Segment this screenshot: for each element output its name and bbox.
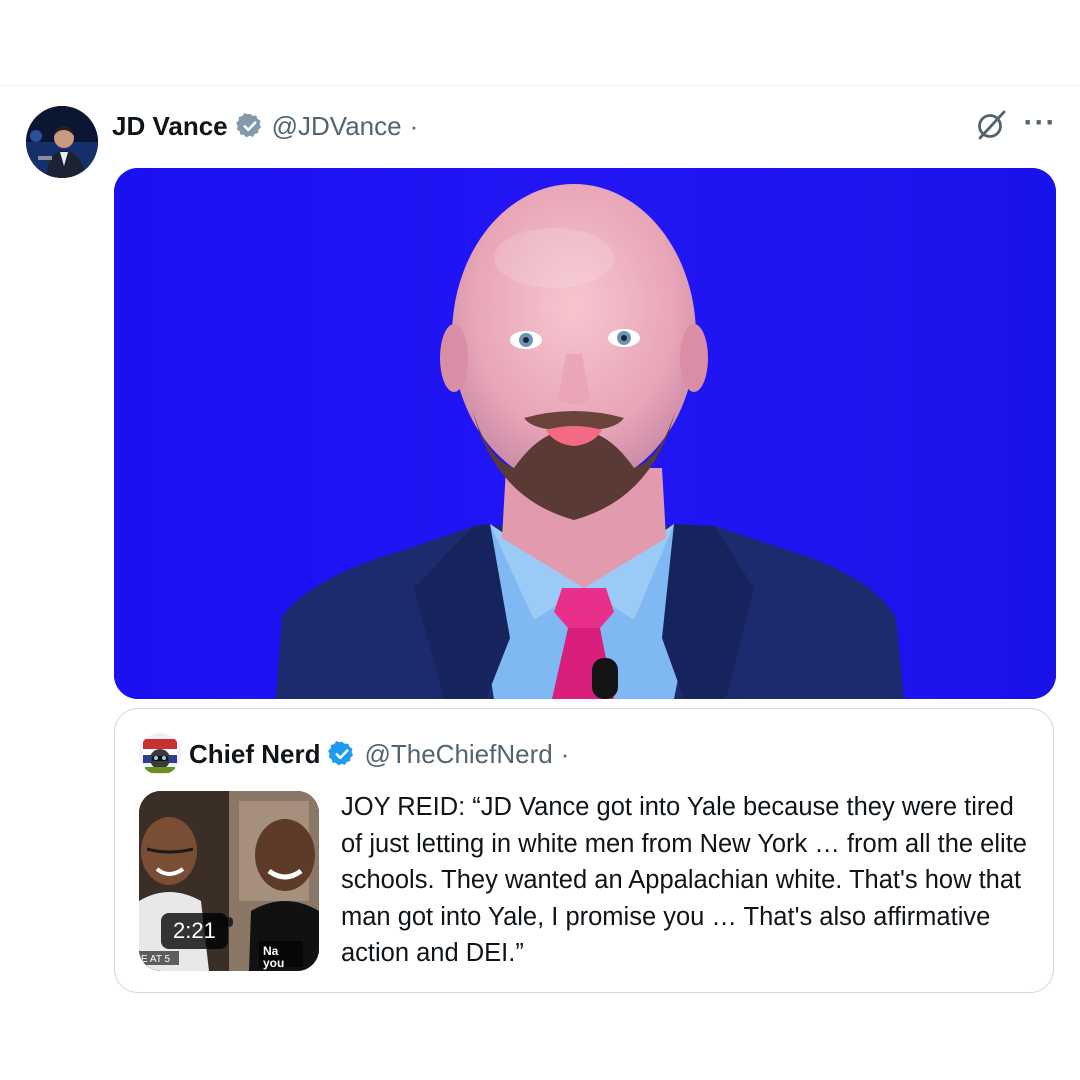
quoted-video-thumbnail[interactable]: Na you E AT 5 2:21 xyxy=(139,791,319,971)
quoted-post-header: Chief Nerd @TheChiefNerd · xyxy=(189,735,569,773)
author-avatar[interactable] xyxy=(26,106,98,178)
post-header: JD Vance @JDVance · xyxy=(112,108,418,144)
author-name[interactable]: JD Vance xyxy=(112,111,228,142)
svg-text:E AT 5: E AT 5 xyxy=(141,954,171,965)
post-media-image[interactable] xyxy=(114,168,1056,699)
quoted-author-avatar[interactable] xyxy=(139,733,181,775)
quoted-author-handle[interactable]: @TheChiefNerd xyxy=(364,739,552,770)
top-divider xyxy=(0,85,1080,86)
quoted-author-name[interactable]: Chief Nerd xyxy=(189,739,320,770)
verified-badge-icon xyxy=(235,112,264,140)
quoted-post[interactable]: Chief Nerd @TheChiefNerd · Na you E AT 5… xyxy=(114,708,1054,993)
grok-icon[interactable] xyxy=(974,108,1008,142)
svg-text:you: you xyxy=(263,956,284,970)
separator-dot: · xyxy=(560,738,570,769)
video-duration: 2:21 xyxy=(161,913,228,949)
separator-dot: · xyxy=(409,110,419,141)
verified-badge-icon xyxy=(328,740,356,768)
more-options-icon[interactable]: ··· xyxy=(1020,106,1060,140)
author-handle[interactable]: @JDVance xyxy=(272,111,402,142)
quoted-post-text: JOY REID: “JD Vance got into Yale becaus… xyxy=(341,793,1027,967)
